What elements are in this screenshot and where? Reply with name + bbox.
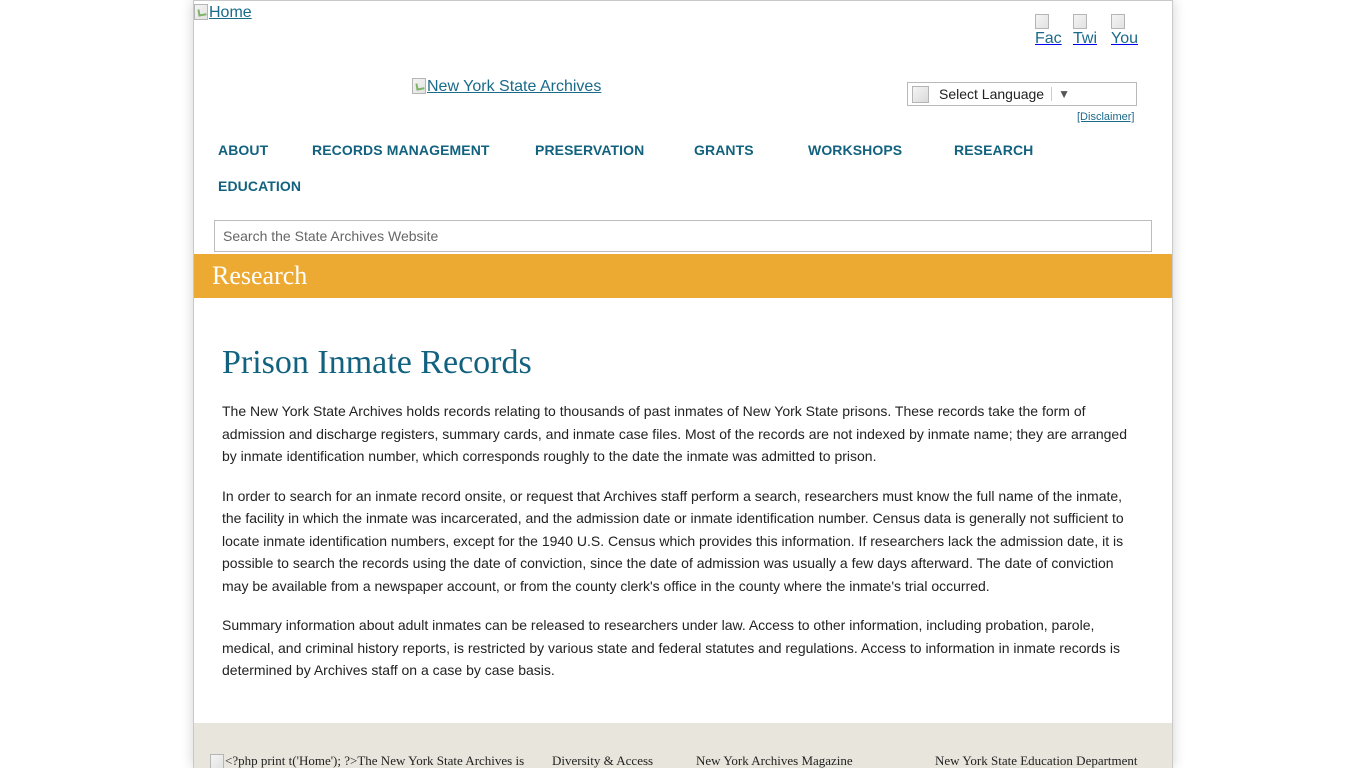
broken-image-icon xyxy=(412,78,426,94)
footer: <?php print t('Home'); ?>The New York St… xyxy=(194,723,1172,768)
twitter-link[interactable]: Twi xyxy=(1073,14,1103,48)
facebook-link[interactable]: Fac xyxy=(1035,14,1065,48)
footer-link-magazine[interactable]: New York Archives Magazine xyxy=(696,753,853,768)
youtube-icon xyxy=(1111,14,1125,29)
nav-item-preservation[interactable]: PRESERVATION xyxy=(535,142,644,158)
language-select[interactable]: Select Language ▼ xyxy=(907,82,1137,106)
nav-item-education[interactable]: EDUCATION xyxy=(218,178,301,194)
twitter-icon xyxy=(1073,14,1087,29)
broken-image-icon xyxy=(194,4,208,20)
article-paragraph: The New York State Archives holds record… xyxy=(222,403,1128,464)
nav-item-research[interactable]: RESEARCH xyxy=(954,142,1033,158)
chevron-down-icon: ▼ xyxy=(1058,87,1070,101)
archives-logo-link[interactable]: New York State Archives xyxy=(412,78,601,96)
section-banner: Research xyxy=(194,254,1172,298)
home-alt-text: Home xyxy=(209,4,252,21)
facebook-icon xyxy=(1035,14,1049,29)
search-input[interactable] xyxy=(214,220,1152,252)
main-content: Prison Inmate Records The New York State… xyxy=(222,340,1137,699)
article-paragraph: In order to search for an inmate record … xyxy=(222,487,1124,594)
footer-link-nysed[interactable]: New York State Education Department xyxy=(935,753,1138,768)
footer-link-diversity[interactable]: Diversity & Access xyxy=(552,753,653,768)
section-title: Research xyxy=(212,261,308,290)
logo-alt-text: New York State Archives xyxy=(427,78,602,95)
nav-item-records-management[interactable]: RECORDS MANAGEMENT xyxy=(312,142,490,158)
disclaimer-link[interactable]: [Disclaimer] xyxy=(1077,111,1134,123)
language-select-label: Select Language xyxy=(939,86,1045,102)
top-border xyxy=(194,0,1172,1)
article-paragraph: Summary information about adult inmates … xyxy=(222,617,1120,678)
broken-image-icon xyxy=(210,753,224,768)
footer-intro-text: <?php print t('Home'); ?>The New York St… xyxy=(225,753,525,768)
footer-intro: <?php print t('Home'); ?>The New York St… xyxy=(210,753,524,768)
nav-item-grants[interactable]: GRANTS xyxy=(694,142,754,158)
page-title: Prison Inmate Records xyxy=(222,344,532,381)
google-translate-icon xyxy=(912,85,929,103)
youtube-alt-text: You xyxy=(1111,30,1138,47)
twitter-alt-text: Twi xyxy=(1073,30,1097,47)
language-select-divider xyxy=(1051,87,1053,101)
home-logo-link[interactable]: Home xyxy=(194,4,252,22)
facebook-alt-text: Fac xyxy=(1035,30,1062,47)
page-container: Home Fac Twi You New York State Archives… xyxy=(193,0,1173,768)
youtube-link[interactable]: You xyxy=(1111,14,1141,48)
nav-item-about[interactable]: ABOUT xyxy=(218,142,268,158)
nav-item-workshops[interactable]: WORKSHOPS xyxy=(808,142,902,158)
